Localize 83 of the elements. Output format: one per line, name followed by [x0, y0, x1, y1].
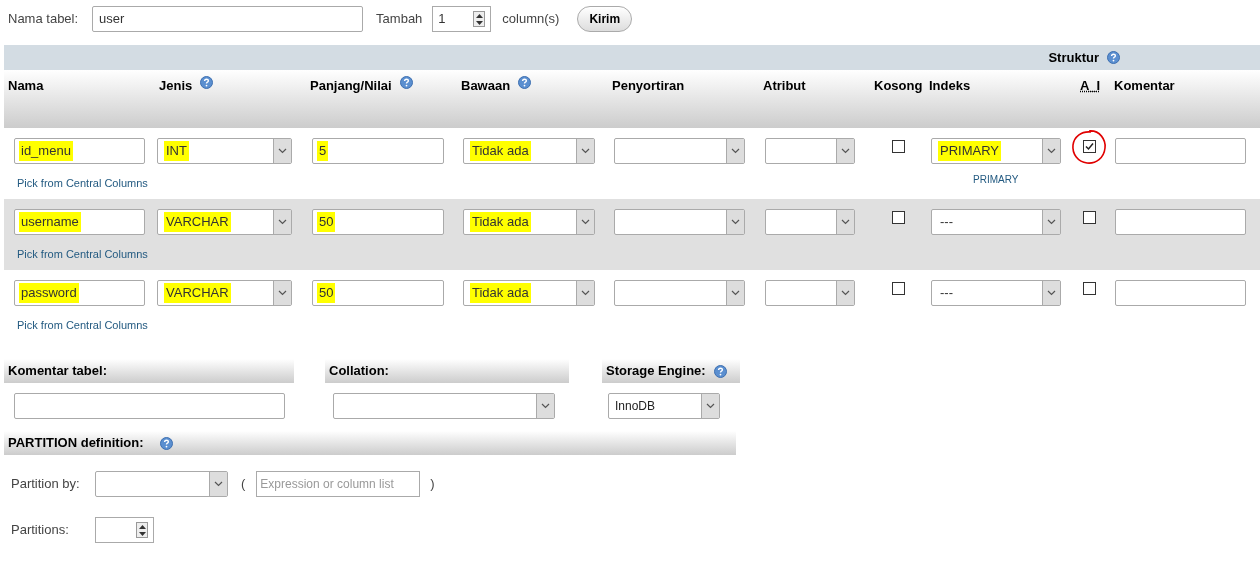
field-label: Nama tabel: [8, 10, 79, 29]
section-title: Komentar tabel: [8, 362, 107, 381]
column-name-field[interactable]: username [14, 209, 145, 235]
spinner-icon[interactable] [136, 522, 148, 538]
column-header: Komentar [1114, 77, 1175, 95]
help-icon[interactable] [1107, 51, 1120, 64]
length-field[interactable]: 5 [312, 138, 444, 164]
submit-button[interactable]: Kirim [577, 6, 633, 32]
index-label: PRIMARY [973, 173, 1019, 187]
caret-icon [273, 210, 291, 234]
caret-icon [536, 394, 554, 418]
caret-icon [1042, 139, 1060, 163]
parenthesis: ) [430, 475, 435, 494]
caret-icon [576, 139, 594, 163]
type-dropdown[interactable]: INT [157, 138, 292, 164]
caret-icon [836, 210, 854, 234]
section-title: Collation: [329, 362, 389, 381]
default-dropdown[interactable]: Tidak ada [463, 280, 595, 306]
checkbox[interactable] [892, 140, 905, 153]
caret-icon [701, 394, 719, 418]
caret-icon [836, 281, 854, 305]
column-header: Penyortiran [612, 77, 685, 95]
length-field[interactable]: 50 [312, 280, 444, 306]
field-label: column(s) [502, 10, 560, 29]
column-header: A_I [1080, 77, 1101, 95]
caret-icon [726, 210, 744, 234]
column-header: Panjang/Nilai [310, 77, 392, 95]
help-icon[interactable] [200, 76, 214, 89]
field-label: Partition by: [11, 475, 81, 494]
index-dropdown[interactable]: PRIMARY [931, 138, 1061, 164]
caret-icon [726, 281, 744, 305]
comment-field[interactable] [1115, 138, 1246, 164]
section-title: PARTITION definition: [8, 434, 144, 453]
spinner-icon[interactable] [473, 11, 486, 27]
pick-central-columns-link[interactable]: Pick from Central Columns [17, 246, 155, 263]
section-title: Storage Engine: [606, 362, 706, 381]
column-header: Kosong [874, 77, 923, 95]
help-icon[interactable] [399, 76, 413, 89]
help-icon[interactable] [518, 76, 532, 89]
comment-field[interactable] [1115, 280, 1246, 306]
table-name-field[interactable]: user [92, 6, 364, 32]
index-dropdown[interactable]: --- [931, 280, 1061, 306]
caret-icon [1042, 210, 1060, 234]
default-dropdown[interactable]: Tidak ada [463, 209, 595, 235]
caret-icon [209, 472, 227, 496]
help-icon[interactable] [159, 436, 173, 450]
checkbox[interactable] [892, 282, 905, 295]
parenthesis: ( [241, 475, 246, 494]
caret-icon [726, 139, 744, 163]
column-header: Nama [8, 77, 44, 95]
default-dropdown[interactable]: Tidak ada [463, 138, 595, 164]
caret-icon [576, 281, 594, 305]
column-name-field[interactable]: password [14, 280, 145, 306]
caret-icon [273, 281, 291, 305]
partitions-field[interactable] [95, 517, 154, 543]
column-header: Atribut [763, 77, 806, 95]
caret-icon [836, 139, 854, 163]
caret-icon [1042, 281, 1060, 305]
column-header: Bawaan [461, 77, 511, 95]
table-comment-field[interactable] [14, 393, 285, 419]
column-header: Jenis [159, 77, 193, 95]
type-dropdown[interactable]: VARCHAR [157, 209, 292, 235]
field-label: Tambah [376, 10, 423, 29]
storage-engine-dropdown[interactable]: InnoDB [608, 393, 720, 419]
help-icon[interactable] [713, 364, 727, 378]
caret-icon [273, 139, 291, 163]
caret-icon [576, 210, 594, 234]
checkbox[interactable] [1083, 140, 1096, 153]
column-header: Indeks [929, 77, 971, 95]
checkbox[interactable] [892, 211, 905, 224]
pick-central-columns-link[interactable]: Pick from Central Columns [17, 175, 155, 192]
column-count-field[interactable]: 1 [432, 6, 492, 32]
comment-field[interactable] [1115, 209, 1246, 235]
index-dropdown[interactable]: --- [931, 209, 1061, 235]
length-field[interactable]: 50 [312, 209, 444, 235]
field-label: Partitions: [11, 521, 70, 540]
section-title: Struktur [1048, 48, 1099, 67]
expression-field[interactable]: Expression or column list [256, 471, 421, 497]
checkbox[interactable] [1083, 282, 1096, 295]
type-dropdown[interactable]: VARCHAR [157, 280, 292, 306]
checkbox[interactable] [1083, 211, 1096, 224]
pick-central-columns-link[interactable]: Pick from Central Columns [17, 317, 155, 334]
column-name-field[interactable]: id_menu [14, 138, 145, 164]
